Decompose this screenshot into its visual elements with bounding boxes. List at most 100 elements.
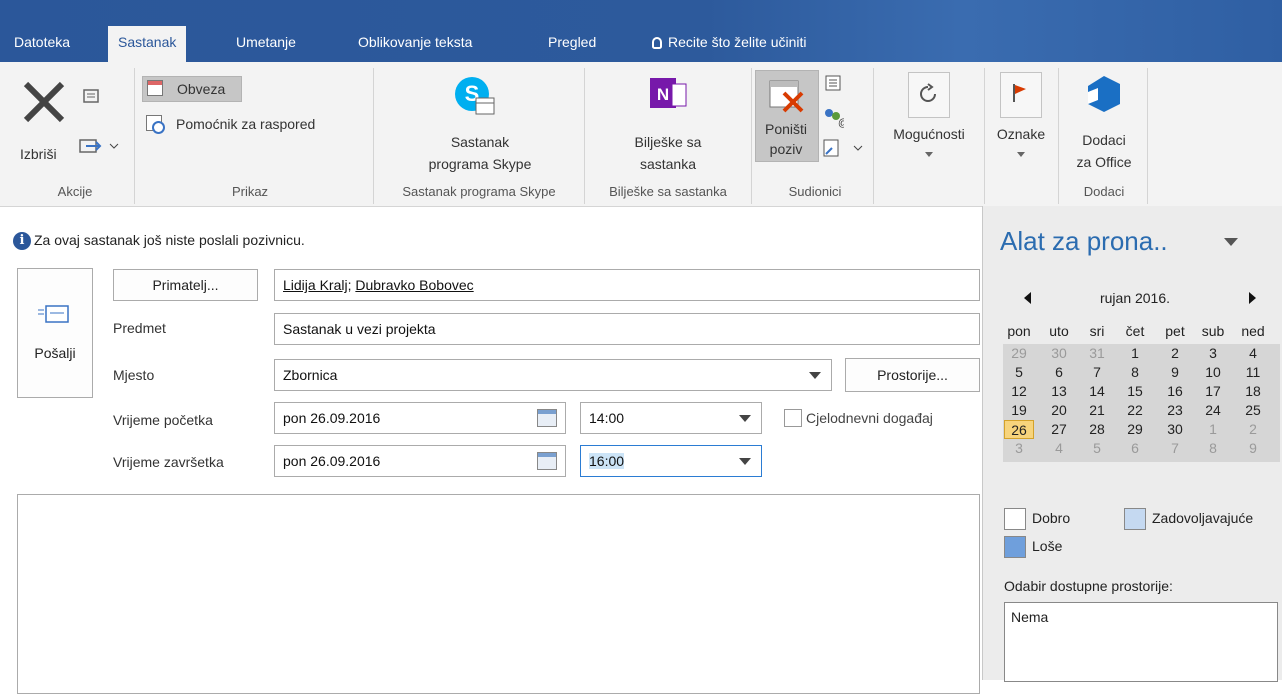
calendar-day[interactable]: 15 [1120,382,1150,401]
end-time-field[interactable]: 16:00 [580,445,762,477]
calendar-day[interactable]: 31 [1082,344,1112,363]
to-field[interactable]: Lidija Kralj; Dubravko Bobovec [274,269,980,301]
response-options-icon[interactable] [822,138,864,160]
meeting-notes-button[interactable]: N Bilješke sa sastanka [590,72,746,176]
delete-button[interactable]: Izbriši [14,74,70,162]
calendar-day[interactable]: 28 [1082,420,1112,439]
calendar-day[interactable]: 9 [1160,363,1190,382]
appointment-button[interactable]: Obveza [142,76,242,102]
calendar-day[interactable]: 27 [1044,420,1074,439]
tab-pregled[interactable]: Pregled [548,28,596,62]
calendar-day[interactable]: 14 [1082,382,1112,401]
calendar-day[interactable]: 24 [1198,401,1228,420]
calendar-day[interactable]: 19 [1004,401,1034,420]
end-time-value: 16:00 [589,453,625,469]
calendar-day[interactable]: 6 [1120,439,1150,458]
notes-line1: Bilješke sa [634,134,702,150]
prev-month-icon[interactable] [1024,292,1031,304]
options-button[interactable]: Mogućnosti [876,70,982,178]
calendar-day[interactable]: 7 [1082,363,1112,382]
calendar-day[interactable]: 13 [1044,382,1074,401]
chevron-down-icon[interactable] [739,415,751,422]
calendar-day[interactable]: 20 [1044,401,1074,420]
calendar-day[interactable]: 3 [1004,439,1034,458]
calendar-day[interactable]: 2 [1160,344,1190,363]
calendar-picker-icon[interactable] [537,409,557,427]
calendar-day[interactable]: 7 [1160,439,1190,458]
end-date-field[interactable]: pon 26.09.2016 [274,445,566,477]
calendar-day[interactable]: 10 [1198,363,1228,382]
chevron-down-icon[interactable] [809,372,821,379]
chevron-down-icon [925,152,933,157]
pane-menu-chevron-icon[interactable] [1224,238,1238,246]
calendar-day[interactable]: 11 [1238,363,1268,382]
lightbulb-icon [652,37,662,49]
all-day-checkbox[interactable] [784,409,802,427]
end-date-value: pon 26.09.2016 [283,453,381,469]
info-message: Za ovaj sastanak još niste poslali poziv… [34,232,305,248]
calendar-day[interactable]: 18 [1238,382,1268,401]
legend-poor-swatch [1004,536,1026,558]
calendar-day[interactable]: 1 [1120,344,1150,363]
forward-icon[interactable] [78,134,120,156]
weekday-label: pet [1165,323,1185,339]
tab-sastanak[interactable]: Sastanak [108,26,187,62]
calendar-day[interactable]: 5 [1004,363,1034,382]
tab-oblikovanje-teksta[interactable]: Oblikovanje teksta [358,28,472,62]
calendar-day[interactable]: 23 [1160,401,1190,420]
calendar-day[interactable]: 30 [1160,420,1190,439]
tell-me-search[interactable]: Recite što želite učiniti [652,28,807,62]
calendar-day[interactable]: 4 [1238,344,1268,363]
calendar-day[interactable]: 5 [1082,439,1112,458]
weekday-label: sri [1089,323,1105,339]
calendar-day[interactable]: 26 [1004,420,1034,439]
chevron-down-icon[interactable] [739,458,751,465]
send-button[interactable]: Pošalji [17,268,93,398]
start-time-field[interactable]: 14:00 [580,402,762,434]
group-biljeske-label: Bilješke sa sastanka [609,184,727,199]
location-label: Mjesto [113,367,155,383]
recipient[interactable]: Lidija Kralj [283,277,348,293]
rooms-list-item[interactable]: Nema [1011,609,1048,625]
message-body[interactable] [17,494,980,694]
start-date-field[interactable]: pon 26.09.2016 [274,402,566,434]
tab-umetanje[interactable]: Umetanje [236,28,296,62]
calendar-day[interactable]: 21 [1082,401,1112,420]
tab-datoteka[interactable]: Datoteka [14,28,70,62]
calendar-day[interactable]: 25 [1238,401,1268,420]
calendar-day[interactable]: 29 [1120,420,1150,439]
tags-button[interactable]: Oznake [986,70,1056,178]
calendar-day[interactable]: 8 [1120,363,1150,382]
cancel-invitation-button[interactable]: Poništi poziv [755,70,819,162]
office-addins-button[interactable]: Dodaci za Office [1062,70,1146,178]
legend-fair-swatch [1124,508,1146,530]
recipient[interactable]: Dubravko Bobovec [355,277,473,293]
calendar-day[interactable]: 12 [1004,382,1034,401]
skype-meeting-button[interactable]: S Sastanak programa Skype [380,72,580,176]
calendar-day[interactable]: 4 [1044,439,1074,458]
calendar-day[interactable]: 3 [1198,344,1228,363]
scheduling-assistant-button[interactable]: Pomoćnik za raspored [142,112,362,136]
ignore-icon[interactable] [82,88,100,106]
next-month-icon[interactable] [1249,292,1256,304]
calendar-day[interactable]: 29 [1004,344,1034,363]
calendar-day[interactable]: 17 [1198,382,1228,401]
calendar-day[interactable]: 6 [1044,363,1074,382]
location-field[interactable]: Zbornica [274,359,832,391]
calendar-day[interactable]: 9 [1238,439,1268,458]
calendar-day[interactable]: 30 [1044,344,1074,363]
address-book-icon[interactable] [824,74,842,92]
calendar-day[interactable]: 16 [1160,382,1190,401]
tell-me-label: Recite što želite učiniti [668,34,807,50]
check-names-icon[interactable]: @ [822,106,848,129]
rooms-button[interactable]: Prostorije... [845,358,980,392]
calendar-day[interactable]: 8 [1198,439,1228,458]
calendar-day[interactable]: 22 [1120,401,1150,420]
to-button[interactable]: Primatelj... [113,269,258,301]
scheduling-icon [146,115,165,134]
calendar-day[interactable]: 1 [1198,420,1228,439]
calendar-day[interactable]: 2 [1238,420,1268,439]
subject-field[interactable]: Sastanak u vezi projekta [274,313,980,345]
rooms-list[interactable]: Nema [1004,602,1278,682]
calendar-picker-icon[interactable] [537,452,557,470]
